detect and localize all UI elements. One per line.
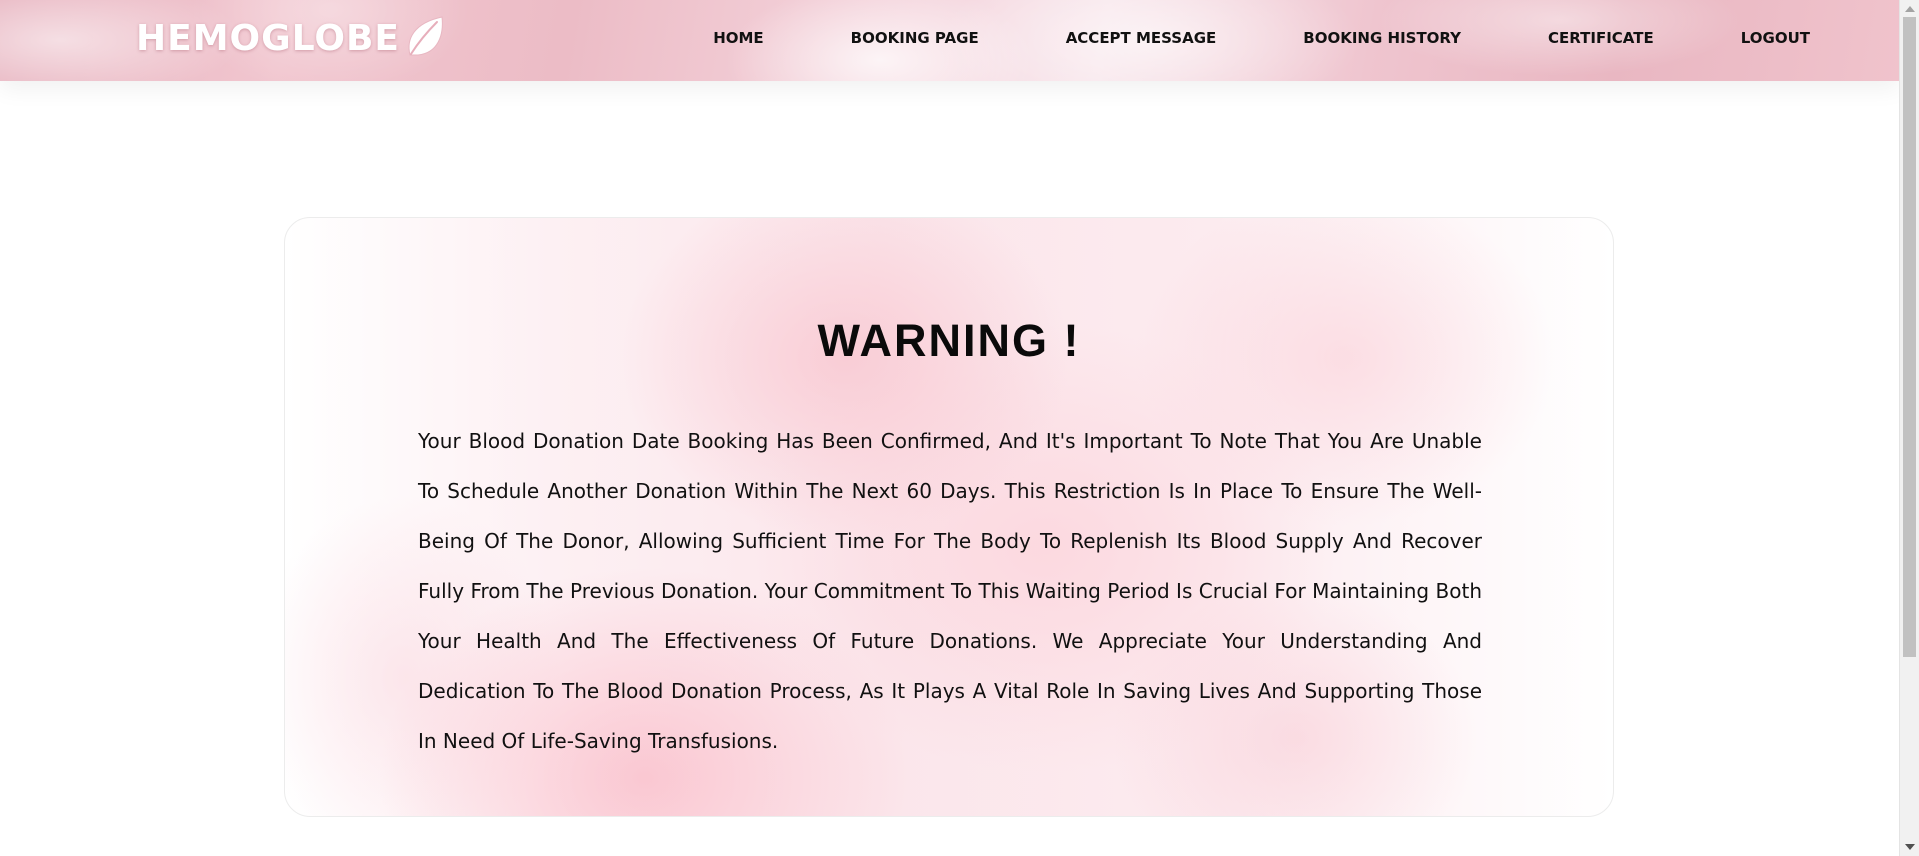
warning-message: Your Blood Donation Date Booking Has Bee… <box>418 429 1482 753</box>
nav-accept-message[interactable]: ACCEPT MESSAGE <box>1066 29 1217 47</box>
main-nav: HOME BOOKING PAGE ACCEPT MESSAGE BOOKING… <box>713 0 1810 76</box>
scroll-down-arrow-icon[interactable] <box>1905 844 1915 850</box>
nav-booking-history[interactable]: BOOKING HISTORY <box>1303 29 1461 47</box>
nav-home[interactable]: HOME <box>713 29 763 47</box>
warning-title: WARNING ! <box>817 315 1081 366</box>
scrollbar-thumb[interactable] <box>1903 17 1916 657</box>
brand-name: HEMOGLOBE <box>136 17 400 59</box>
page: HEMOGLOBE HOME BOOKING PAGE ACCEPT MESSA… <box>0 0 1919 856</box>
top-navbar: HEMOGLOBE HOME BOOKING PAGE ACCEPT MESSA… <box>0 0 1900 81</box>
warning-card: WARNING ! Your Blood Donation Date Booki… <box>284 217 1614 817</box>
vertical-scrollbar[interactable] <box>1899 0 1919 856</box>
leaf-icon <box>408 16 443 56</box>
nav-booking-page[interactable]: BOOKING PAGE <box>851 29 979 47</box>
nav-certificate[interactable]: CERTIFICATE <box>1548 29 1654 47</box>
scroll-up-arrow-icon[interactable] <box>1905 6 1915 12</box>
nav-logout[interactable]: LOGOUT <box>1741 29 1810 47</box>
brand-logo[interactable]: HEMOGLOBE <box>136 14 446 62</box>
